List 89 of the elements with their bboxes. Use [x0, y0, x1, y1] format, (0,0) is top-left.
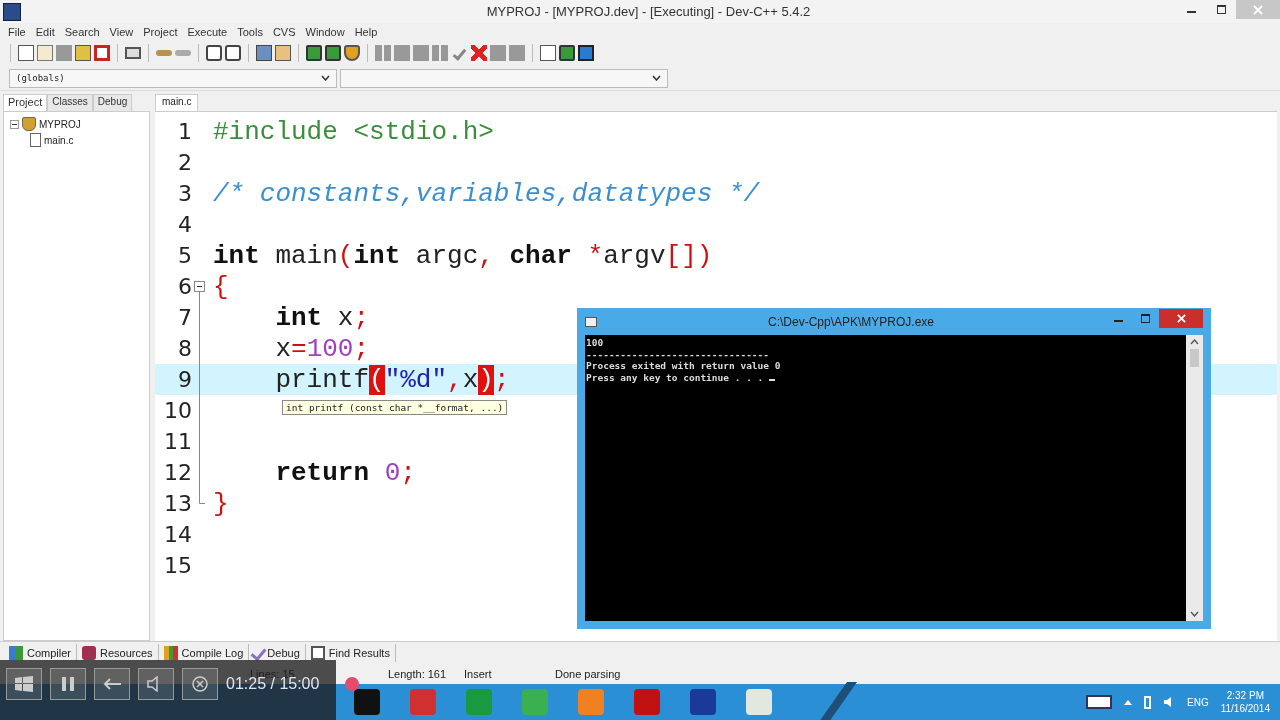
- console-output-line: Press any key to continue . . .: [586, 371, 1186, 383]
- line-number: 8: [177, 336, 192, 361]
- line-number: 6: [177, 274, 192, 299]
- window-title: MYPROJ - [MYPROJ.dev] - [Executing] - Dev-C++ 5.4.2: [485, 4, 812, 19]
- scrollbar-thumb[interactable]: [1190, 349, 1199, 367]
- console-output-line: 100: [586, 337, 605, 349]
- code-line: #include <stdio.h>: [213, 116, 494, 147]
- record-dot-icon: [345, 677, 359, 691]
- line-number: 14: [163, 522, 192, 547]
- close-icon: [1175, 313, 1187, 324]
- close-icon: [1252, 3, 1264, 16]
- status-text: Length: 161: [387, 668, 448, 680]
- caret-icon: [652, 75, 661, 81]
- line-number: 10: [163, 398, 192, 423]
- menu-item[interactable]: Search: [59, 25, 105, 38]
- scrollbar[interactable]: [1186, 335, 1203, 621]
- toolbar-icon[interactable]: [75, 45, 91, 61]
- tab-icon: [9, 646, 23, 660]
- line-number: 2: [177, 150, 192, 175]
- scope-dropdown[interactable]: (globals): [9, 68, 337, 88]
- panel-tab[interactable]: Project: [3, 94, 48, 111]
- menu-item[interactable]: File: [3, 25, 31, 38]
- toolbar-icon[interactable]: [18, 45, 34, 61]
- line-number: 4: [177, 212, 192, 237]
- menu-item[interactable]: Window: [300, 25, 350, 38]
- menu-item[interactable]: Project: [138, 25, 183, 38]
- file-icon: [30, 133, 41, 147]
- toolbar-icon[interactable]: [275, 45, 291, 61]
- line-number: 5: [177, 243, 192, 268]
- code-line: x=100;: [274, 333, 370, 364]
- close-button[interactable]: [1159, 309, 1203, 328]
- menu-item[interactable]: Edit: [30, 25, 60, 38]
- code-line: int x;: [274, 302, 370, 333]
- collapse-toggle[interactable]: [10, 119, 19, 129]
- menu-item[interactable]: Help: [349, 25, 383, 38]
- down-caret-icon[interactable]: [1190, 611, 1199, 617]
- tab-icon: [163, 646, 178, 660]
- tab-icon: [82, 646, 96, 660]
- pause-icon[interactable]: [50, 668, 86, 700]
- tree-item[interactable]: main.c: [44, 134, 74, 146]
- function-signature-tooltip: int printf (const char *__format, ...): [282, 400, 508, 415]
- line-number: 13: [163, 491, 192, 516]
- console-title: C:\Dev-Cpp\APK\MYPROJ.exe: [766, 314, 936, 329]
- clock[interactable]: 2:32 PM 11/16/2014: [1220, 689, 1270, 715]
- windows-logo-icon[interactable]: [6, 668, 42, 700]
- line-number: 15: [163, 553, 192, 578]
- line-number: 9: [177, 367, 192, 392]
- tab-icon: [310, 646, 325, 660]
- menu-item[interactable]: View: [104, 25, 139, 38]
- console-output-line: --------------------------------: [586, 348, 771, 360]
- line-number: 3: [177, 181, 192, 206]
- panel-tab[interactable]: Classes: [47, 94, 93, 111]
- line-number: 12: [163, 460, 192, 485]
- code-line: int main(int argc, char *argv[]): [213, 240, 713, 271]
- cross-icon[interactable]: [471, 45, 487, 61]
- toolbar-icon[interactable]: [225, 45, 241, 61]
- keyboard-icon[interactable]: [1086, 695, 1112, 709]
- file-tab[interactable]: main.c: [155, 94, 199, 111]
- toolbar-icon[interactable]: [125, 47, 141, 59]
- tree-item[interactable]: MYPROJ: [39, 118, 81, 130]
- line-number: 7: [177, 305, 192, 330]
- toolbar-icon[interactable]: [94, 45, 110, 61]
- line-number: 11: [163, 429, 192, 454]
- language-indicator[interactable]: ENG: [1187, 696, 1209, 708]
- code-line: {: [213, 271, 229, 302]
- shield-icon: [22, 117, 36, 131]
- console-icon: [585, 316, 597, 327]
- code-line: return 0;: [274, 457, 416, 488]
- caret-icon: [321, 75, 330, 81]
- caret-icon[interactable]: [1124, 699, 1132, 705]
- code-line: /* constants,variables,datatypes */: [213, 178, 760, 209]
- line-number: 1: [177, 119, 192, 144]
- toolbar-icon[interactable]: [540, 45, 556, 61]
- close-icon[interactable]: [182, 668, 218, 700]
- status-text: Insert: [463, 668, 493, 680]
- up-caret-icon[interactable]: [1190, 339, 1199, 345]
- battery-icon[interactable]: [1144, 695, 1151, 709]
- console-output-line: Process exited with return value 0: [586, 360, 782, 372]
- toolbar-icon[interactable]: [206, 45, 222, 61]
- toolbar-icon[interactable]: [344, 45, 360, 61]
- code-line: printf("%d",x);: [274, 364, 510, 395]
- menu-item[interactable]: CVS: [267, 25, 301, 38]
- panel-tab[interactable]: Debug: [92, 94, 133, 111]
- app-logo-icon: [3, 2, 21, 21]
- status-text: Done parsing: [554, 668, 621, 680]
- menu-item[interactable]: Execute: [182, 25, 233, 38]
- menu-item[interactable]: Tools: [232, 25, 268, 38]
- code-line: }: [213, 488, 229, 519]
- volume-icon[interactable]: [138, 668, 174, 700]
